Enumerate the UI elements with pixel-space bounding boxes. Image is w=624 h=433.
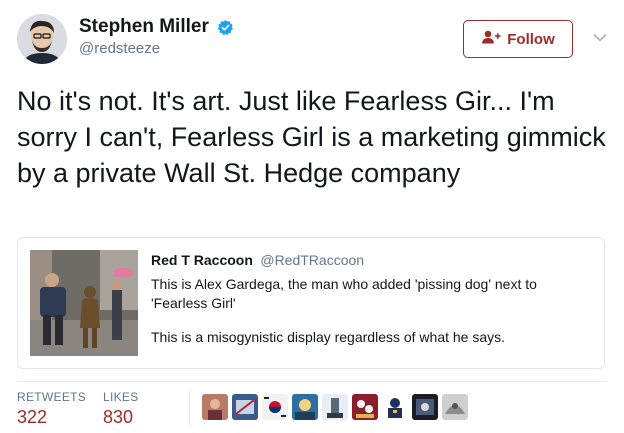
likes-label: LIKES xyxy=(103,390,139,404)
likes-stat[interactable]: LIKES 830 xyxy=(103,390,139,428)
author-display-name[interactable]: Stephen Miller xyxy=(79,16,209,38)
liker-avatar[interactable] xyxy=(292,394,318,420)
quoted-author-handle[interactable]: @RedTRaccoon xyxy=(260,252,364,268)
liker-avatar[interactable] xyxy=(202,394,228,420)
follow-button-label: Follow xyxy=(507,30,555,48)
quoted-tweet-text-line1: This is Alex Gardega, the man who added … xyxy=(151,276,537,311)
verified-badge-icon xyxy=(217,19,234,36)
likes-count: 830 xyxy=(103,407,134,427)
likers-avatar-row xyxy=(202,394,468,420)
liker-avatar[interactable] xyxy=(382,394,408,420)
quoted-tweet-body: Red T Raccoon @RedTRaccoon This is Alex … xyxy=(151,252,594,347)
retweets-stat[interactable]: RETWEETS 322 xyxy=(17,390,86,428)
follow-button[interactable]: Follow xyxy=(463,20,573,58)
chevron-down-icon[interactable] xyxy=(593,30,607,42)
quoted-tweet-card[interactable]: Red T Raccoon @RedTRaccoon This is Alex … xyxy=(17,237,605,369)
liker-avatar[interactable] xyxy=(322,394,348,420)
stats-divider xyxy=(189,390,190,426)
liker-avatar[interactable] xyxy=(232,394,258,420)
quoted-author-name[interactable]: Red T Raccoon xyxy=(151,252,253,268)
add-user-icon xyxy=(481,30,501,48)
liker-avatar[interactable] xyxy=(442,394,468,420)
author-name-block: Stephen Miller @redsteeze xyxy=(79,16,234,57)
retweets-label: RETWEETS xyxy=(17,390,87,404)
tweet-stats: RETWEETS 322 LIKES 830 xyxy=(17,381,607,432)
author-avatar[interactable] xyxy=(17,14,67,64)
retweets-count: 322 xyxy=(17,407,48,427)
tweet-header: Stephen Miller @redsteeze Follow xyxy=(17,14,607,70)
quoted-tweet-photo xyxy=(30,250,138,356)
liker-avatar[interactable] xyxy=(262,394,288,420)
tweet-text: No it's not. It's art. Just like Fearles… xyxy=(17,86,606,188)
liker-avatar[interactable] xyxy=(412,394,438,420)
quoted-tweet-text-line2: This is a misogynistic display regardles… xyxy=(151,329,506,345)
author-handle[interactable]: @redsteeze xyxy=(79,40,234,57)
liker-avatar[interactable] xyxy=(352,394,378,420)
